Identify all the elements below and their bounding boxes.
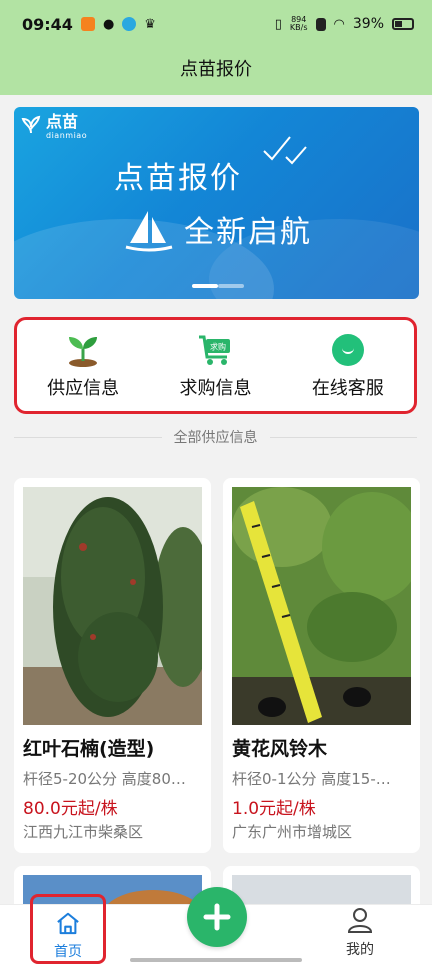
status-bar: 09:44 ● ♛ ▯ 894 KB/s ◠ 39% <box>0 0 432 48</box>
system-home-indicator[interactable] <box>130 958 302 962</box>
app-notification-icon <box>122 17 137 31</box>
product-card[interactable]: 黄花风铃木 杆径0-1公分 高度15-… 1.0元起/株 广东广州市增城区 <box>223 478 420 853</box>
seedling-icon <box>69 336 98 367</box>
page-title: 点苗报价 <box>180 59 252 80</box>
online-service-button[interactable]: 在线客服 <box>288 332 408 400</box>
vibrate-icon: ▯ <box>274 16 282 32</box>
section-title: 全部供应信息 <box>173 430 258 446</box>
carousel-indicator <box>192 284 244 288</box>
banner-subheadline: 全新启航 <box>184 215 312 250</box>
product-location: 广东广州市增城区 <box>232 823 353 841</box>
carousel-dot <box>218 284 244 288</box>
product-image <box>23 487 202 725</box>
nav-home-label: 首页 <box>54 944 82 960</box>
section-header: 全部供应信息 <box>14 426 417 448</box>
seedling-photo <box>232 487 411 725</box>
quick-actions: 供应信息 求购 求购信息 在线客服 <box>14 317 417 414</box>
banner-headline: 点苗报价 <box>114 161 242 196</box>
product-price: 80.0元起/株 <box>23 799 118 819</box>
supply-info-button[interactable]: 供应信息 <box>23 332 143 400</box>
product-name: 红叶石楠(造型) <box>23 738 155 760</box>
crown-icon: ♛ <box>144 16 156 32</box>
nav-me-tab[interactable]: 我的 <box>330 906 390 962</box>
online-service-label: 在线客服 <box>311 377 384 399</box>
net-speed-unit: KB/s <box>289 23 308 32</box>
app-notification-icon <box>80 17 95 31</box>
product-location: 江西九江市柴桑区 <box>23 823 144 841</box>
nav-me-label: 我的 <box>346 942 374 958</box>
leaf-logo-icon <box>21 115 41 134</box>
brand-pinyin: dianmiao <box>46 131 88 140</box>
check-marks-icon <box>263 136 307 165</box>
purchase-info-button[interactable]: 求购 求购信息 <box>155 332 275 400</box>
cart-icon: 求购 <box>199 335 231 365</box>
product-spec: 杆径0-1公分 高度15-… <box>232 770 391 788</box>
chat-icon <box>331 333 364 366</box>
brand-name: 点苗 <box>46 112 79 131</box>
promo-banner[interactable]: 点苗 dianmiao 点苗报价 全新启航 <box>14 107 419 299</box>
battery-icon <box>392 18 414 30</box>
plus-icon <box>203 903 231 931</box>
battery-percent: 39% <box>352 16 384 32</box>
product-card[interactable]: 红叶石楠(造型) 杆径5-20公分 高度80… 80.0元起/株 江西九江市柴桑… <box>14 478 211 853</box>
supply-info-label: 供应信息 <box>47 377 120 399</box>
product-spec: 杆径5-20公分 高度80… <box>23 770 186 788</box>
sailboat-icon <box>125 211 173 252</box>
product-image <box>232 487 411 725</box>
wechat-icon: ● <box>102 16 115 32</box>
net-speed: 894 KB/s <box>290 16 308 32</box>
cart-badge-text: 求购 <box>210 341 226 351</box>
add-post-button[interactable] <box>187 887 247 947</box>
divider-line <box>269 436 417 438</box>
product-name: 黄花风铃木 <box>232 738 328 760</box>
app-header: 09:44 ● ♛ ▯ 894 KB/s ◠ 39% 点苗报价 <box>0 0 432 95</box>
purchase-info-label: 求购信息 <box>179 377 252 399</box>
product-price: 1.0元起/株 <box>232 799 316 819</box>
user-icon <box>347 908 373 933</box>
brand-logo: 点苗 dianmiao <box>20 113 87 140</box>
tree-photo <box>23 487 202 725</box>
carousel-dot-active <box>192 284 218 288</box>
divider-line <box>14 436 162 438</box>
nav-home-tab[interactable]: 首页 <box>30 894 106 964</box>
status-time: 09:44 <box>22 14 73 34</box>
home-icon <box>57 912 79 935</box>
no-sim-icon <box>315 17 326 31</box>
wifi-icon: ◠ <box>333 16 345 32</box>
